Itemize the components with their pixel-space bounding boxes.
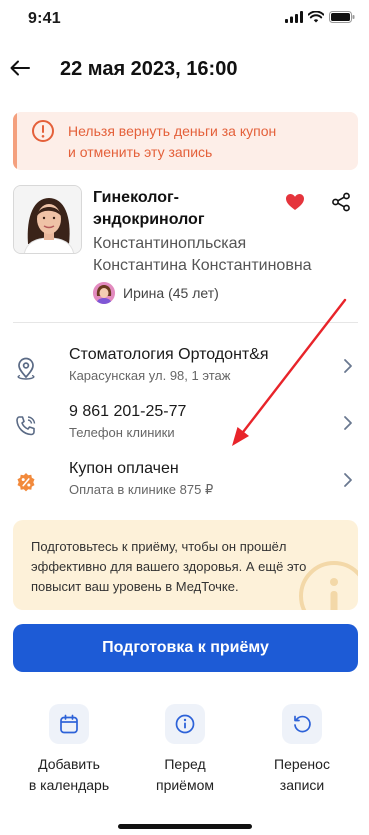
warning-banner: Нельзя вернуть деньги за купон и отменит… (13, 112, 358, 170)
coupon-payment: Оплата в клинике 875 ₽ (69, 482, 214, 497)
reschedule-line-1: Перенос (274, 756, 330, 772)
before-appointment-line-1: Перед (164, 756, 206, 772)
info-icon (175, 714, 195, 734)
before-appointment-label: Перед приёмом (130, 754, 240, 796)
warning-line-2: и отменить эту запись (68, 144, 213, 160)
reschedule-label: Перенос записи (247, 754, 357, 796)
chevron-right-icon (344, 416, 352, 430)
reschedule-line-2: записи (279, 777, 325, 793)
coupon-row[interactable]: Купон оплачен Оплата в клинике 875 ₽ (0, 458, 369, 506)
doctor-name: Константинопльская Константина Константи… (93, 233, 355, 277)
warning-accent-bar (13, 112, 17, 170)
home-indicator (118, 824, 252, 829)
alert-icon (32, 120, 54, 142)
doctor-photo[interactable] (13, 185, 82, 254)
patient-label: Ирина (45 лет) (123, 285, 219, 301)
before-appointment-line-2: приёмом (155, 777, 214, 793)
patient-avatar (93, 282, 115, 304)
doctor-specialty-line-1: Гинеколог- (93, 189, 179, 206)
favorite-button[interactable] (285, 193, 305, 216)
back-arrow-icon (10, 60, 30, 76)
before-appointment-button[interactable]: Перед приёмом (130, 704, 240, 796)
reschedule-icon-wrap (282, 704, 322, 744)
warning-line-1: Нельзя вернуть деньги за купон (68, 123, 277, 139)
coupon-status: Купон оплачен (69, 460, 179, 477)
location-pin-icon (13, 356, 39, 382)
doctor-name-line-1: Константинопльская (93, 235, 247, 252)
reschedule-button[interactable]: Перенос записи (247, 704, 357, 796)
doctor-card: Гинеколог- эндокринолог Константинопльск… (13, 185, 358, 310)
status-icons (285, 11, 355, 23)
chevron-right-icon (344, 359, 352, 373)
clinic-phone-row[interactable]: 9 861 201-25-77 Телефон клиники (0, 401, 369, 449)
preparation-line-1: Подготовьтесь к приёму, чтобы он прошёл (31, 539, 287, 554)
warning-text: Нельзя вернуть деньги за купон и отменит… (68, 121, 348, 163)
add-to-calendar-line-1: Добавить (38, 756, 100, 772)
page-title: 22 мая 2023, 16:00 (60, 58, 238, 80)
status-time: 9:41 (28, 10, 61, 27)
back-button[interactable] (6, 54, 34, 82)
clinic-phone-label: Телефон клиники (69, 425, 175, 440)
info-watermark-icon (299, 561, 358, 610)
phone-icon (13, 413, 39, 439)
doctor-specialty: Гинеколог- эндокринолог (93, 187, 263, 231)
share-icon (332, 192, 350, 212)
calendar-icon-wrap (49, 704, 89, 744)
status-bar: 9:41 (0, 0, 369, 40)
signal-icon (285, 11, 303, 23)
heart-icon (286, 194, 304, 210)
clinic-name: Стоматология Ортодонт&я (69, 346, 269, 363)
wifi-icon (308, 11, 324, 23)
patient-info: Ирина (45 лет) (93, 282, 219, 304)
reschedule-icon (294, 715, 311, 733)
header: 22 мая 2023, 16:00 (0, 52, 369, 88)
info-icon-wrap (165, 704, 205, 744)
add-to-calendar-label: Добавить в календарь (14, 754, 124, 796)
add-to-calendar-button[interactable]: Добавить в календарь (14, 704, 124, 796)
clinic-address-row[interactable]: Стоматология Ортодонт&я Карасунская ул. … (0, 344, 369, 392)
clinic-phone: 9 861 201-25-77 (69, 403, 187, 420)
clinic-address: Карасунская ул. 98, 1 этаж (69, 368, 231, 383)
coupon-percent-icon (13, 470, 39, 496)
preparation-card[interactable]: Подготовьтесь к приёму, чтобы он прошёл … (13, 520, 358, 610)
doctor-portrait-icon (14, 186, 81, 253)
add-to-calendar-line-2: в календарь (28, 777, 110, 793)
calendar-icon (60, 714, 78, 734)
chevron-right-icon (344, 473, 352, 487)
divider (13, 322, 358, 323)
patient-avatar-icon (93, 282, 115, 304)
share-button[interactable] (331, 192, 351, 217)
doctor-name-line-2: Константина Константиновна (93, 257, 312, 274)
battery-icon (329, 11, 355, 23)
doctor-specialty-line-2: эндокринолог (93, 211, 205, 228)
prepare-button[interactable]: Подготовка к приёму (13, 624, 358, 672)
